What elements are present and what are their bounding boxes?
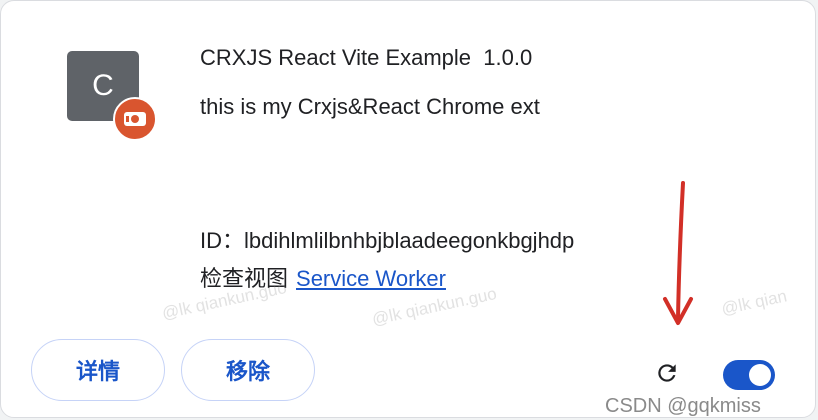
extension-icon-letter: C	[92, 69, 114, 102]
watermark: @lk qian	[719, 286, 789, 319]
extension-title: CRXJS React Vite Example 1.0.0	[200, 45, 533, 70]
red-arrow-annotation	[663, 181, 693, 325]
toggle-knob	[749, 364, 771, 386]
extension-card: C CRXJS React Vite Example 1.0.0 this is…	[0, 0, 816, 418]
extension-id: ID：lbdihlmlilbnhbjblaadeegonkbgjhdp	[200, 223, 574, 255]
remove-button[interactable]: 移除	[181, 339, 315, 401]
source-credit: CSDN @gqkmiss	[605, 395, 761, 417]
inspect-views-label: 检查视图	[200, 266, 289, 291]
service-worker-link[interactable]: Service Worker	[296, 266, 446, 291]
inspect-views: 检查视图 Service Worker	[200, 261, 446, 293]
enable-toggle[interactable]	[723, 360, 775, 390]
reload-icon[interactable]	[652, 358, 682, 388]
unpacked-badge-icon	[113, 97, 157, 141]
details-button[interactable]: 详情	[31, 339, 165, 401]
extension-id-label: ID：	[200, 228, 245, 253]
extension-description: this is my Crxjs&React Chrome ext	[200, 94, 540, 119]
extension-id-value: lbdihlmlilbnhbjblaadeegonkbgjhdp	[244, 228, 575, 253]
